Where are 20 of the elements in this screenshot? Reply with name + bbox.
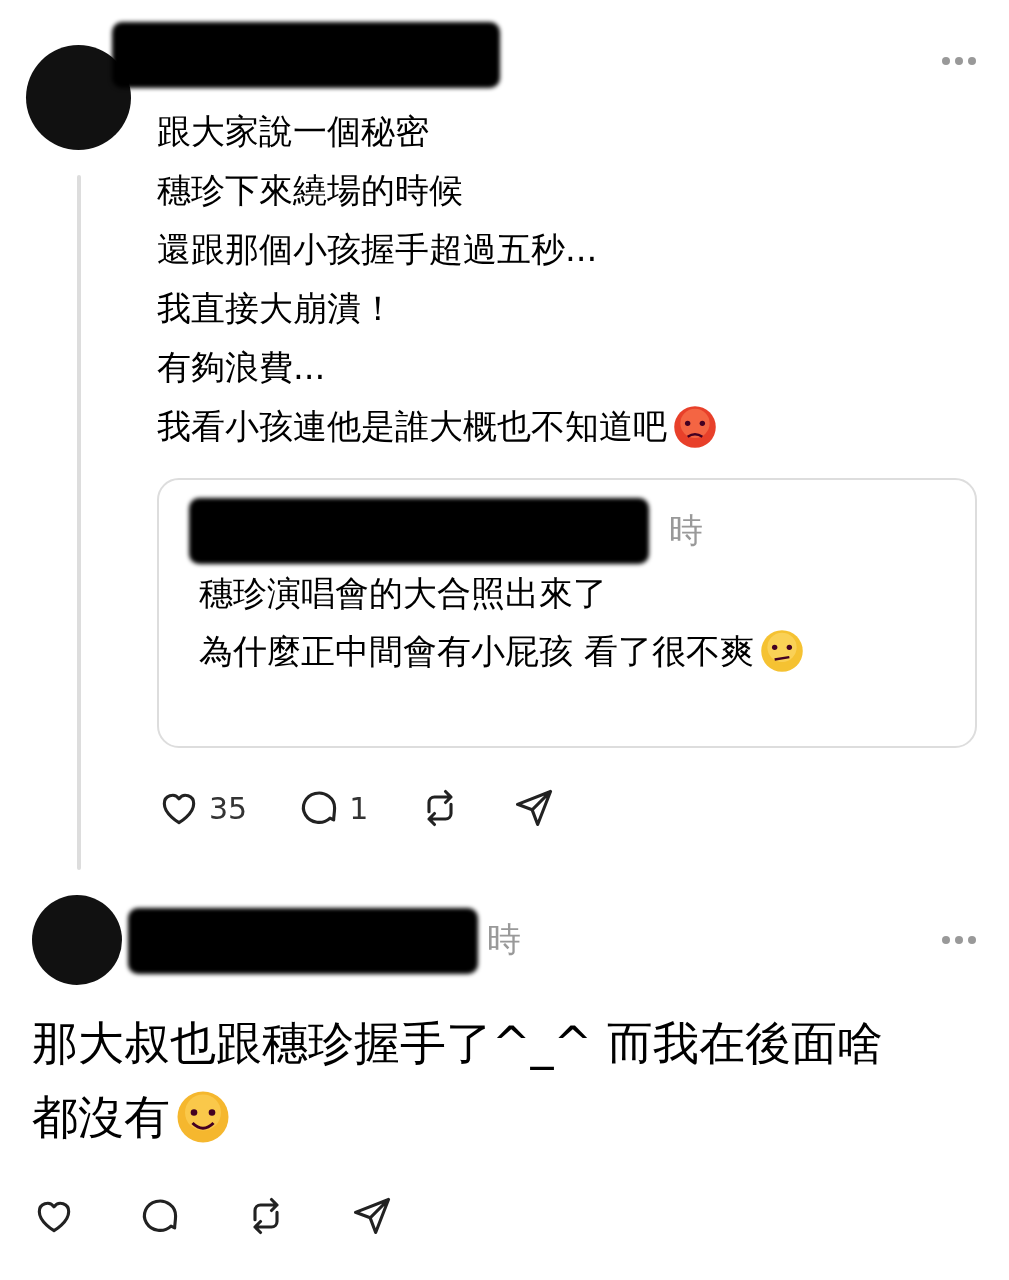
angry-face-icon: [673, 404, 717, 449]
post-text: 跟大家說一個秘密: [157, 110, 429, 153]
post-text: 都沒有: [32, 1089, 170, 1146]
post-text: 為什麼正中間會有小屁孩 看了很不爽: [199, 630, 754, 673]
post-text: 有夠浪費...: [157, 346, 326, 389]
post-text: 穗珍演唱會的大合照出來了: [199, 572, 607, 615]
confused-face-icon: [759, 629, 804, 673]
post-text: 我看小孩連他是誰大概也不知道吧: [157, 405, 667, 448]
more-icon[interactable]: [941, 935, 977, 945]
timestamp: 時: [669, 509, 703, 552]
smiling-face-icon: [176, 1090, 230, 1144]
like-button[interactable]: 35: [157, 786, 248, 830]
timestamp: 時: [487, 918, 521, 961]
post-text: 那大叔也跟穗珍握手了^_^ 而我在後面啥: [32, 1015, 883, 1072]
quote-card[interactable]: 時 穗珍演唱會的大合照出來了 為什麼正中間會有小屁孩 看了很不爽: [157, 478, 977, 748]
reply-button[interactable]: 1: [297, 786, 369, 830]
post-text: 我直接大崩潰！: [157, 287, 395, 330]
more-icon[interactable]: [941, 56, 977, 66]
post-text: 還跟那個小孩握手超過五秒...: [157, 228, 598, 271]
post-text: 穗珍下來繞場的時候: [157, 169, 463, 212]
